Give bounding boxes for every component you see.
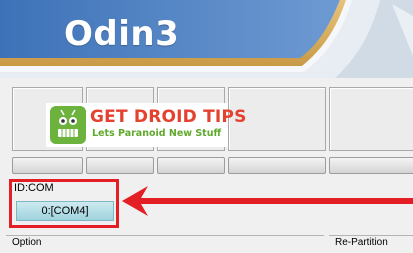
slot-status-bar-3 bbox=[157, 157, 225, 174]
option-section-label: Option bbox=[12, 237, 42, 248]
slot-status-bar-2 bbox=[86, 157, 154, 174]
app-title: Odin3 bbox=[64, 14, 180, 54]
watermark-title: GET DROID TIPS bbox=[90, 107, 247, 127]
annotation-highlight-box bbox=[9, 179, 119, 228]
watermark-logo: GET DROID TIPS Lets Paranoid New Stuff bbox=[46, 103, 246, 147]
android-robot-icon bbox=[50, 106, 86, 144]
option-divider bbox=[6, 235, 324, 236]
header-swoosh bbox=[0, 0, 413, 78]
repartition-section-label: Re-Partition bbox=[335, 237, 388, 248]
device-slot-5 bbox=[329, 87, 413, 151]
slot-status-bar-5 bbox=[329, 157, 413, 174]
repartition-divider bbox=[329, 235, 413, 236]
slot-status-bar-1 bbox=[12, 157, 83, 174]
main-panel: GET DROID TIPS Lets Paranoid New Stuff I… bbox=[0, 78, 413, 253]
watermark-subtitle: Lets Paranoid New Stuff bbox=[92, 128, 222, 139]
slot-status-bar-4 bbox=[228, 157, 326, 174]
header-banner: Odin3 bbox=[0, 0, 413, 78]
annotation-arrow-icon bbox=[122, 186, 413, 216]
